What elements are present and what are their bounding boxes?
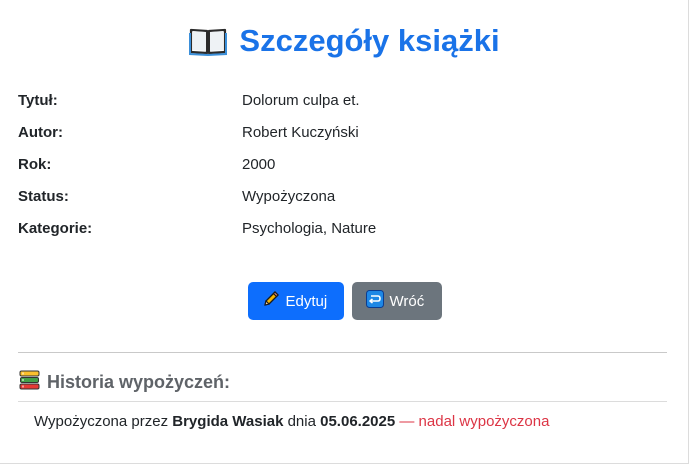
detail-row-author: Autor: Robert Kuczyński — [18, 116, 376, 148]
back-button-label: Wróć — [389, 292, 425, 310]
book-details-card: Szczegóły książki Tytuł: Dolorum culpa e… — [0, 0, 689, 464]
open-book-icon — [189, 26, 228, 56]
page-header: Szczegóły książki — [0, 20, 689, 62]
history-entry-prefix: Wypożyczona przez — [34, 413, 169, 430]
detail-label: Kategorie: — [18, 219, 93, 237]
pencil-icon — [262, 290, 280, 312]
edit-button[interactable]: Edytuj — [247, 282, 344, 320]
history-date: 05.06.2025 — [320, 413, 396, 430]
detail-row-title: Tytuł: Dolorum culpa et. — [18, 84, 376, 116]
detail-value: Dolorum culpa et. — [242, 91, 360, 109]
history-title: Historia wypożyczeń: — [47, 372, 231, 392]
history-status: — nadal wypożyczona — [399, 413, 550, 430]
detail-label: Tytuł: — [18, 91, 58, 109]
detail-value: Robert Kuczyński — [242, 123, 359, 141]
detail-row-status: Status: Wypożyczona — [18, 180, 376, 212]
page-title: Szczegóły książki — [239, 23, 500, 58]
book-details-list: Tytuł: Dolorum culpa et. Autor: Robert K… — [18, 84, 376, 244]
action-buttons: Edytuj Wróć — [0, 282, 689, 320]
history-header: Historia wypożyczeń: — [19, 370, 230, 395]
history-divider — [18, 401, 667, 402]
history-date-prefix: dnia — [287, 413, 316, 430]
detail-label: Rok: — [18, 155, 52, 173]
books-stack-icon — [19, 370, 40, 395]
detail-value: Wypożyczona — [242, 187, 336, 205]
detail-value: 2000 — [242, 155, 276, 173]
detail-label: Autor: — [18, 123, 63, 141]
section-divider — [18, 352, 667, 353]
back-button[interactable]: Wróć — [351, 282, 442, 320]
edit-button-label: Edytuj — [285, 292, 328, 310]
detail-row-year: Rok: 2000 — [18, 148, 376, 180]
history-entry: Wypożyczona przez Brygida Wasiak dnia 05… — [34, 413, 549, 430]
detail-label: Status: — [18, 187, 69, 205]
history-borrower: Brygida Wasiak — [172, 413, 284, 430]
return-arrow-icon — [365, 290, 384, 312]
detail-row-categories: Kategorie: Psychologia, Nature — [18, 212, 376, 244]
detail-value: Psychologia, Nature — [242, 219, 377, 237]
